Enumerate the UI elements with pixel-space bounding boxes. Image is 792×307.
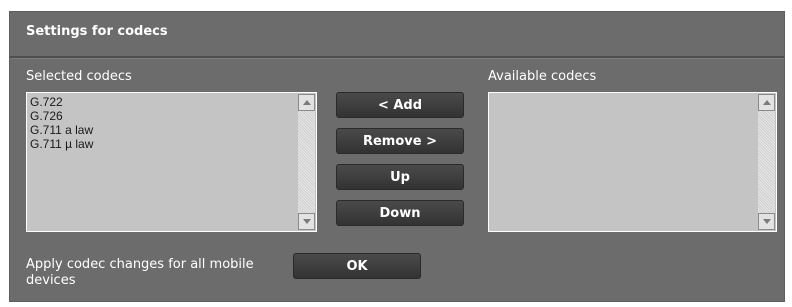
arrow-down-icon [762,219,771,224]
ok-button[interactable]: OK [293,253,421,279]
available-codecs-list[interactable] [488,92,777,232]
section-title: Settings for codecs [26,24,168,39]
down-button[interactable]: Down [336,200,464,226]
up-button[interactable]: Up [336,164,464,190]
arrow-down-icon [302,219,311,224]
scroll-down-button[interactable] [758,213,775,230]
codec-item-g726[interactable]: G.726 [30,109,296,123]
available-codecs-label: Available codecs [488,69,597,84]
codec-settings-panel: Settings for codecs Selected codecs Avai… [9,11,785,302]
scroll-up-button[interactable] [758,94,775,111]
available-codecs-scrollbar[interactable] [758,94,775,230]
apply-codec-changes-label: Apply codec changes for all mobile devic… [26,257,254,288]
scroll-up-button[interactable] [298,94,315,111]
selected-codecs-list[interactable]: G.722 G.726 G.711 a law G.711 µ law [26,92,317,232]
codec-item-g711-a-law[interactable]: G.711 a law [30,123,296,137]
add-button[interactable]: < Add [336,92,464,118]
arrow-up-icon [302,100,311,105]
codec-item-g722[interactable]: G.722 [30,95,296,109]
codec-item-g711-u-law[interactable]: G.711 µ law [30,137,296,151]
remove-button[interactable]: Remove > [336,128,464,154]
selected-codecs-label: Selected codecs [26,69,132,84]
selected-codecs-scrollbar[interactable] [298,94,315,230]
arrow-up-icon [762,100,771,105]
selected-codecs-items: G.722 G.726 G.711 a law G.711 µ law [30,95,296,151]
scroll-down-button[interactable] [298,213,315,230]
title-divider [10,56,784,59]
